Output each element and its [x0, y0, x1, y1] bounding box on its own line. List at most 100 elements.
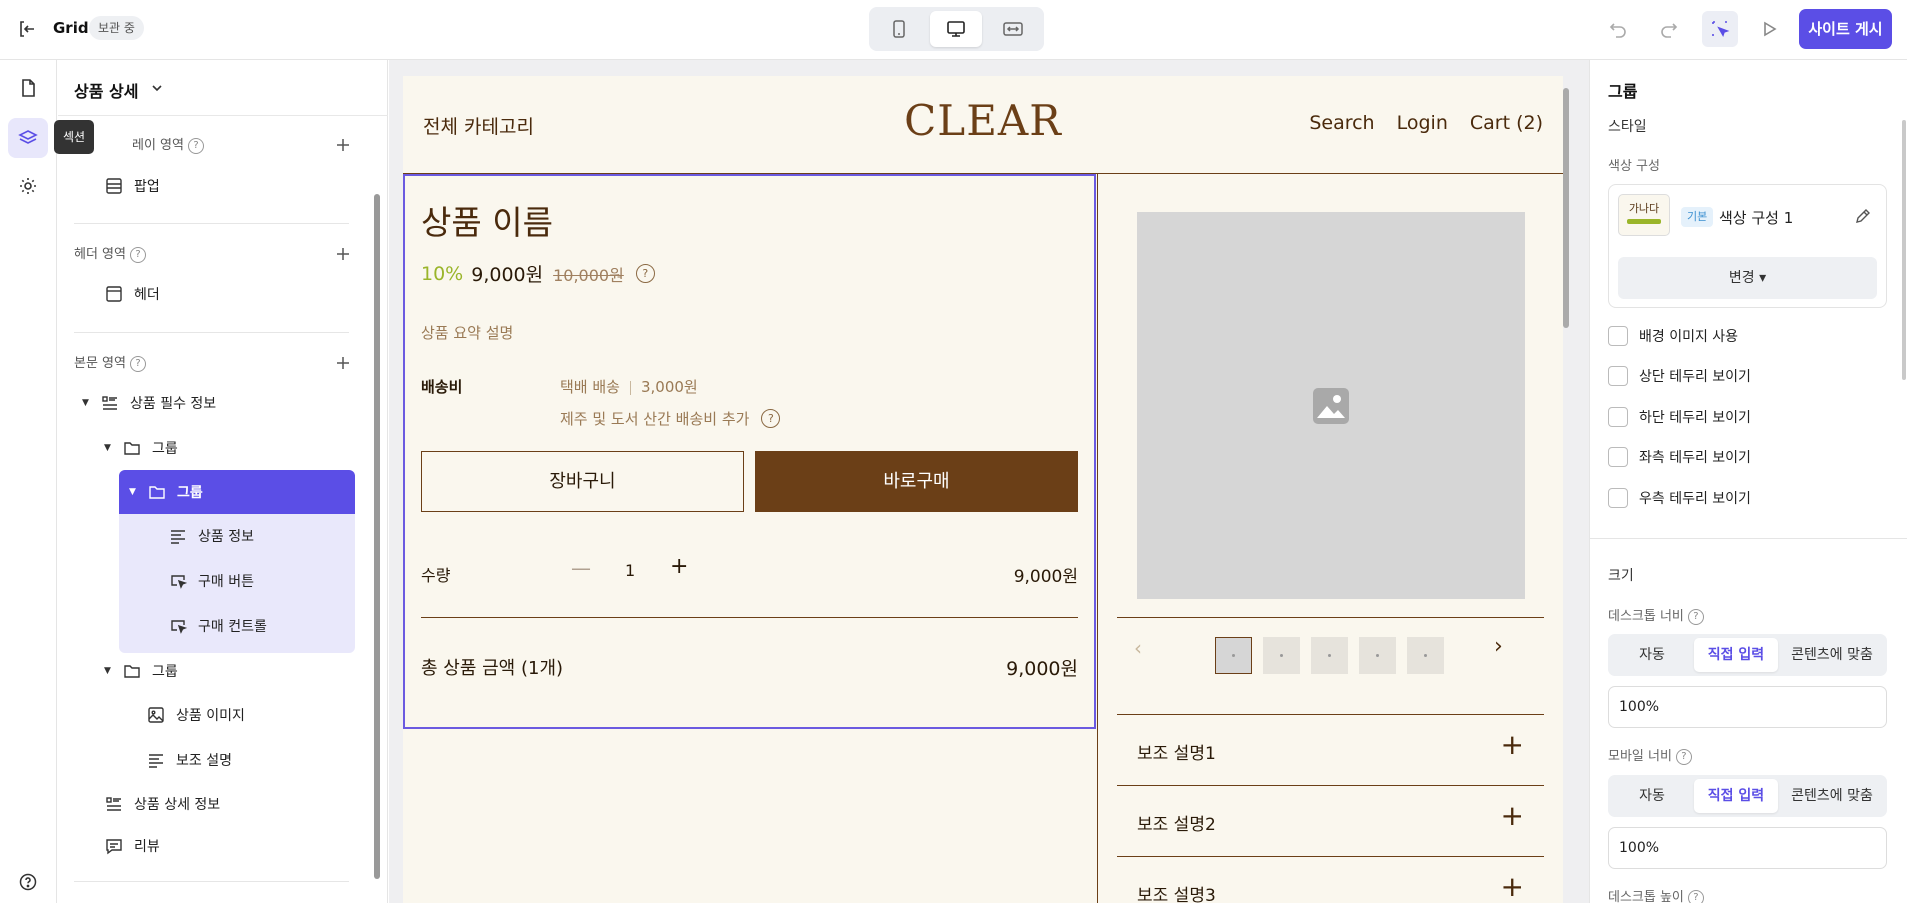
- gallery-thumb[interactable]: [1359, 637, 1396, 674]
- fit-view-button[interactable]: [987, 11, 1039, 47]
- mobile-width-input[interactable]: 100%: [1608, 827, 1887, 869]
- preview-button[interactable]: [1754, 14, 1784, 44]
- settings-button[interactable]: [8, 166, 48, 206]
- desktop-view-button[interactable]: [930, 11, 982, 47]
- checkbox[interactable]: [1608, 488, 1628, 508]
- seg-manual[interactable]: 직접 입력: [1694, 779, 1778, 813]
- pages-button[interactable]: [8, 68, 48, 108]
- nav-search[interactable]: Search: [1309, 112, 1374, 134]
- tree-item-product-image[interactable]: 상품 이미지: [146, 697, 245, 733]
- shipping-help-icon[interactable]: ?: [761, 409, 781, 428]
- page-icon: [22, 79, 35, 97]
- text-lines-icon: [146, 750, 166, 770]
- plus-icon[interactable]: +: [1501, 802, 1524, 830]
- checkbox-right-border[interactable]: 우측 테두리 보이기: [1608, 488, 1751, 508]
- accordion-item[interactable]: 보조 설명3 +: [1117, 857, 1544, 903]
- checkbox-label: 하단 테두리 보이기: [1639, 410, 1751, 426]
- checkbox-bottom-border[interactable]: 하단 테두리 보이기: [1608, 407, 1751, 427]
- popup-icon: [104, 176, 124, 196]
- accordion-item[interactable]: 보조 설명1 +: [1117, 715, 1544, 785]
- caret-down-icon[interactable]: ▼: [82, 398, 94, 408]
- gallery-prev-button[interactable]: ‹: [1134, 636, 1142, 660]
- quantity-increase-button[interactable]: +: [670, 554, 688, 579]
- gallery-thumb[interactable]: [1311, 637, 1348, 674]
- publish-button[interactable]: 사이트 게시: [1799, 9, 1892, 49]
- tree-item-buy-control[interactable]: 구매 컨트롤: [168, 608, 267, 644]
- seg-fit-content[interactable]: 콘텐츠에 맞춤: [1780, 638, 1884, 672]
- gallery-thumb[interactable]: [1215, 637, 1252, 674]
- seg-manual[interactable]: 직접 입력: [1694, 638, 1778, 672]
- plus-icon[interactable]: [335, 246, 351, 262]
- mobile-icon: [893, 20, 905, 38]
- change-color-set-button[interactable]: 변경 ▾: [1618, 257, 1877, 299]
- redo-button[interactable]: [1654, 14, 1684, 44]
- gallery-thumb[interactable]: [1263, 637, 1300, 674]
- help-icon[interactable]: ?: [129, 355, 146, 372]
- gallery-next-button[interactable]: ›: [1494, 634, 1503, 659]
- undo-button[interactable]: [1603, 14, 1633, 44]
- tree-item-group[interactable]: ▼ 그룹: [104, 430, 178, 466]
- accordion-item[interactable]: 보조 설명2 +: [1117, 786, 1544, 856]
- canvas-scrollbar[interactable]: [1561, 76, 1571, 903]
- price-help-icon[interactable]: ?: [635, 264, 655, 283]
- plus-icon[interactable]: [335, 355, 351, 371]
- tree-item-popup[interactable]: 팝업: [104, 168, 160, 204]
- tree-item-product-detail[interactable]: 상품 상세 정보: [104, 786, 220, 822]
- help-icon[interactable]: ?: [1687, 889, 1704, 903]
- tree-item-label: 보조 설명: [176, 753, 232, 769]
- redo-icon: [1661, 23, 1678, 38]
- checkbox-top-border[interactable]: 상단 테두리 보이기: [1608, 366, 1751, 386]
- tree-item-product-info[interactable]: 상품 정보: [168, 518, 254, 554]
- help-icon[interactable]: ?: [1675, 748, 1692, 765]
- seg-auto[interactable]: 자동: [1612, 779, 1692, 813]
- help-icon[interactable]: ?: [187, 137, 204, 154]
- plus-icon[interactable]: +: [1501, 731, 1524, 759]
- pencil-icon[interactable]: [1854, 207, 1872, 225]
- nav-cart[interactable]: Cart (2): [1470, 112, 1543, 134]
- plus-icon[interactable]: [335, 137, 351, 153]
- color-set-card: 가나다 기본 색상 구성 1 변경 ▾: [1608, 184, 1887, 308]
- help-button[interactable]: [8, 864, 48, 900]
- page-selector[interactable]: 상품 상세: [58, 60, 388, 116]
- product-image-placeholder[interactable]: [1137, 212, 1525, 599]
- tree-item-group[interactable]: ▼ 그룹: [104, 653, 178, 689]
- properties-scrollbar[interactable]: [1902, 120, 1906, 380]
- selected-product-group[interactable]: 상품 이름 10% 9,000원 10,000원 ? 상품 요약 설명 배송비 …: [403, 174, 1096, 729]
- buy-now-button[interactable]: 바로구매: [755, 451, 1078, 512]
- seg-auto[interactable]: 자동: [1612, 638, 1692, 672]
- tree-item-sub-desc[interactable]: 보조 설명: [146, 742, 232, 778]
- checkbox[interactable]: [1608, 366, 1628, 386]
- quantity-decrease-button[interactable]: —: [571, 556, 591, 580]
- checkbox-bg-image[interactable]: 배경 이미지 사용: [1608, 326, 1738, 346]
- tree-item-review[interactable]: 리뷰: [104, 828, 160, 864]
- gallery-thumb[interactable]: [1407, 637, 1444, 674]
- tree-item-buy-button[interactable]: 구매 버튼: [168, 563, 254, 599]
- tree-item-product-required[interactable]: ▼ 상품 필수 정보: [82, 385, 216, 421]
- site-header[interactable]: 전체 카테고리 CLEAR Search Login Cart (2): [403, 76, 1563, 174]
- select-mode-button[interactable]: [1702, 11, 1738, 47]
- sections-button[interactable]: [8, 118, 48, 158]
- checkbox[interactable]: [1608, 407, 1628, 427]
- scrollbar-thumb[interactable]: [1563, 88, 1569, 328]
- checkbox[interactable]: [1608, 326, 1628, 346]
- cart-button[interactable]: 장바구니: [421, 451, 744, 512]
- exit-icon[interactable]: [16, 18, 38, 40]
- help-icon[interactable]: ?: [129, 246, 146, 263]
- tree-item-header[interactable]: 헤더: [104, 276, 160, 312]
- help-icon[interactable]: ?: [1687, 608, 1704, 625]
- layers-scrollbar[interactable]: [373, 180, 381, 880]
- caret-down-icon[interactable]: ▼: [104, 666, 116, 676]
- sale-price: 9,000원: [471, 264, 544, 286]
- caret-down-icon[interactable]: ▼: [104, 443, 116, 453]
- mobile-view-button[interactable]: [873, 11, 925, 47]
- caret-down-icon[interactable]: ▼: [129, 487, 141, 497]
- scrollbar-thumb[interactable]: [374, 194, 380, 879]
- quantity-value[interactable]: 1: [625, 561, 635, 580]
- checkbox[interactable]: [1608, 447, 1628, 467]
- desktop-width-input[interactable]: 100%: [1608, 686, 1887, 728]
- plus-icon[interactable]: +: [1501, 873, 1524, 901]
- tree-item-group-selected-content[interactable]: ▼ 그룹: [129, 474, 203, 510]
- nav-login[interactable]: Login: [1397, 112, 1448, 134]
- checkbox-left-border[interactable]: 좌측 테두리 보이기: [1608, 447, 1751, 467]
- seg-fit-content[interactable]: 콘텐츠에 맞춤: [1780, 779, 1884, 813]
